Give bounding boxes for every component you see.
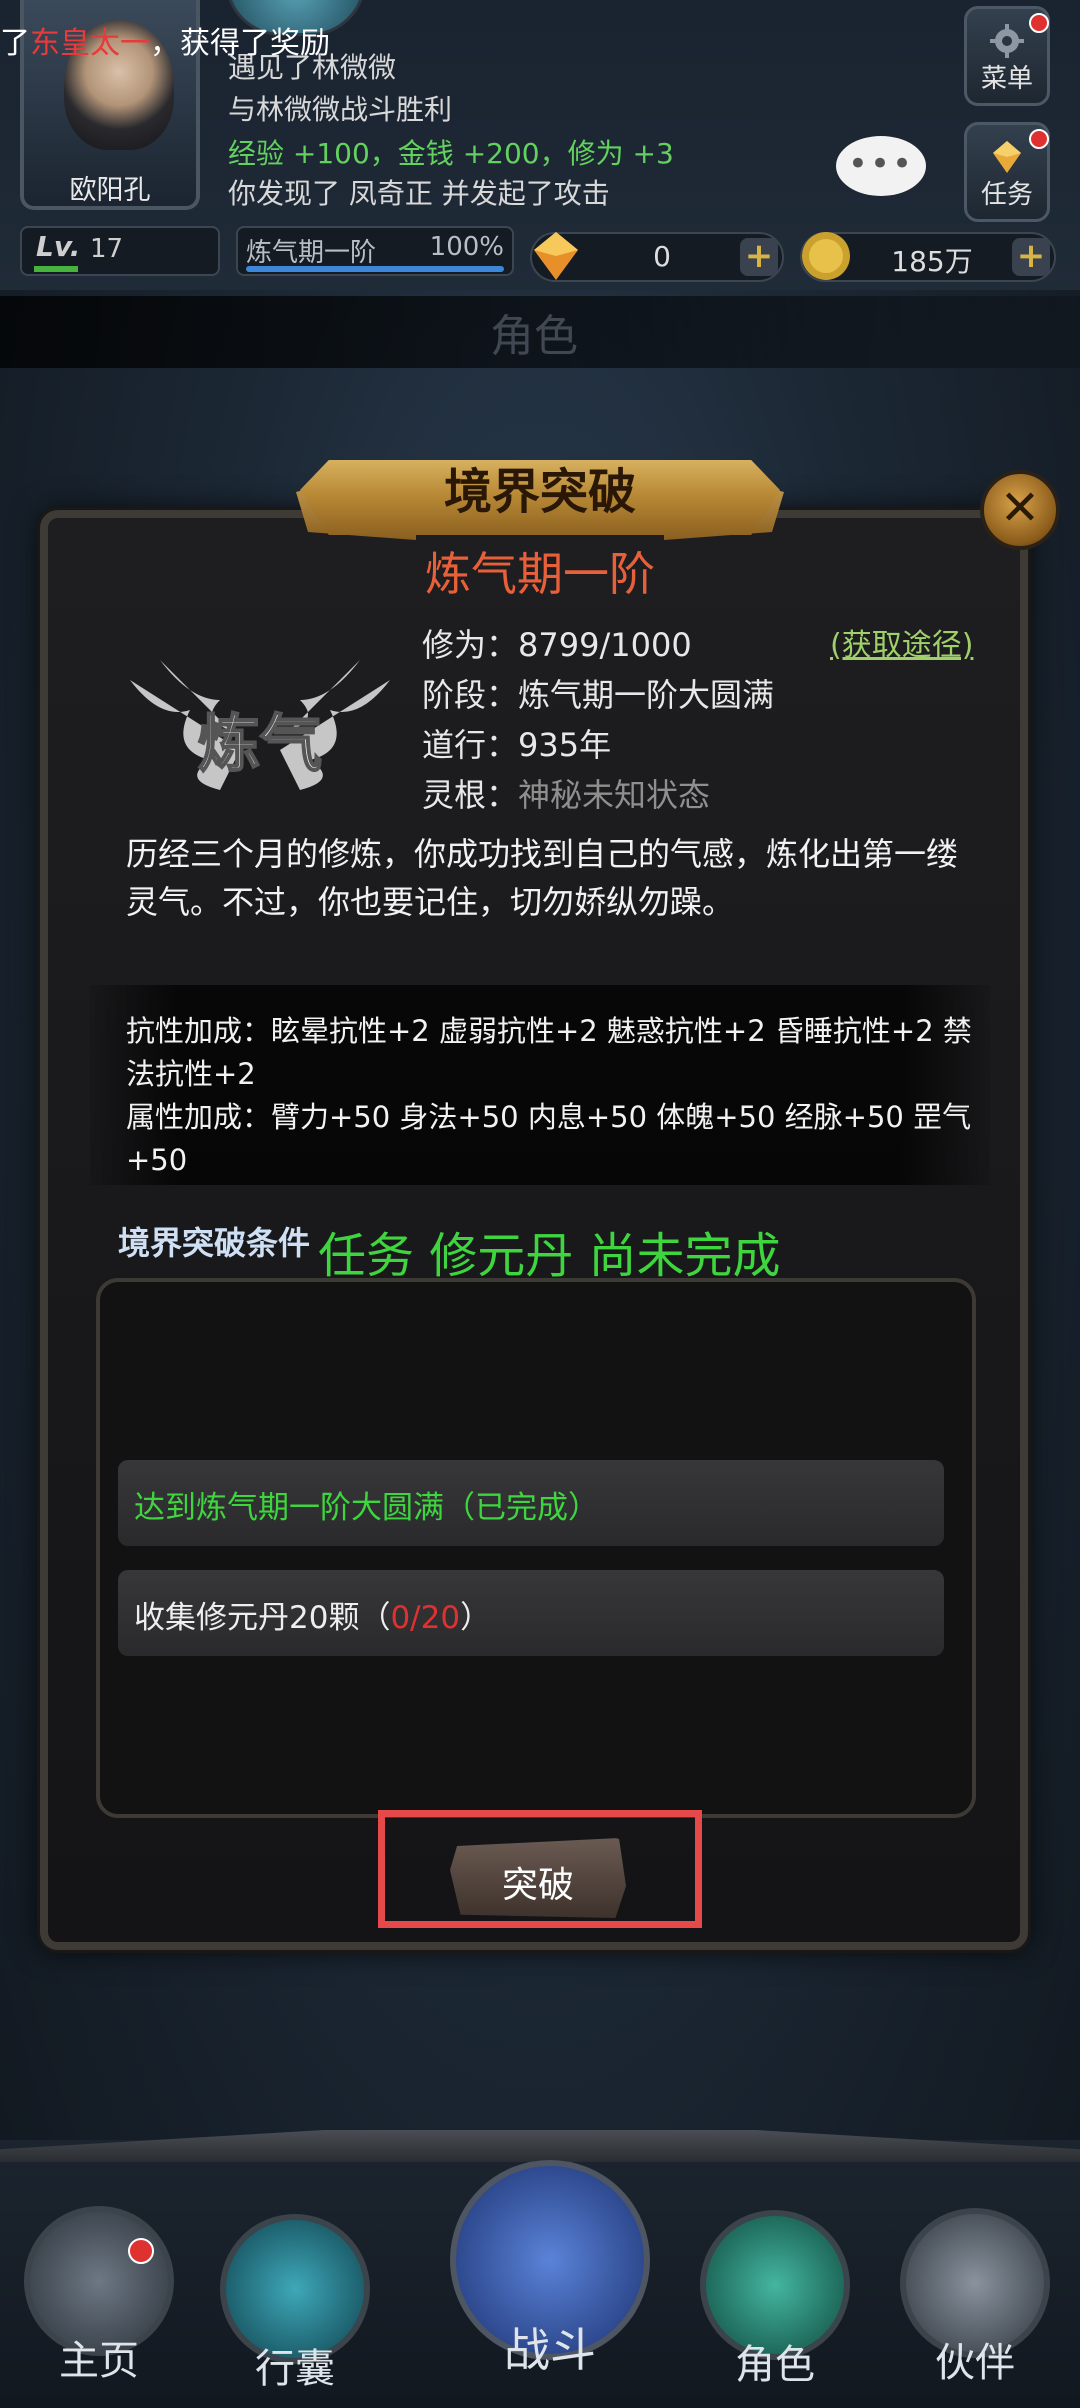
- stage-label: 阶段：: [422, 676, 519, 714]
- task-gem-icon: [993, 141, 1021, 173]
- gear-icon: [990, 24, 1024, 58]
- realm-progress-name: 炼气期一阶: [246, 238, 377, 268]
- condition-text-after: ）: [460, 1600, 492, 1636]
- task-button[interactable]: 任务: [964, 122, 1050, 222]
- nav-home[interactable]: 主页: [14, 2196, 184, 2386]
- condition-row: 达到炼气期一阶大圆满（已完成）: [118, 1460, 944, 1546]
- bonus-text: 抗性加成：眩晕抗性+2 虚弱抗性+2 魅惑抗性+2 昏睡抗性+2 禁法抗性+2 …: [126, 1010, 986, 1182]
- nav-bag-label: 行囊: [255, 2346, 335, 2392]
- gem-currency: 0 +: [530, 232, 784, 282]
- cultivation-value: 8799/1000: [518, 626, 692, 664]
- nav-battle-label: 战斗: [504, 2323, 596, 2377]
- log-line: 你发现了 凤奇正 并发起了攻击: [228, 177, 610, 210]
- dialog-title: 境界突破: [443, 464, 636, 520]
- coin-icon: [802, 232, 850, 280]
- realm-progress-percent: 100%: [429, 232, 504, 262]
- system-notice: 了东皇太一，获得了奖励: [0, 18, 330, 62]
- chat-bubble-button[interactable]: •••: [836, 136, 926, 196]
- coin-count: 185万: [891, 245, 973, 278]
- stage-value: 炼气期一阶大圆满: [518, 676, 775, 714]
- background-page-title: 角色: [490, 311, 578, 362]
- conditions-heading: 境界突破条件: [118, 1224, 311, 1262]
- stage-info: 阶段：炼气期一阶大圆满: [422, 670, 774, 716]
- root-label: 灵根：: [422, 776, 519, 814]
- notice-player-name: 东皇太一: [30, 26, 150, 61]
- spirit-root-info: 灵根：神秘未知状态: [422, 770, 710, 816]
- menu-label: 菜单: [980, 64, 1033, 94]
- gem-count: 0: [653, 240, 671, 273]
- level-prefix: Lv.: [36, 230, 81, 263]
- realm-emblem: 炼气: [130, 660, 390, 790]
- nav-role[interactable]: 角色: [690, 2200, 860, 2390]
- condition-text-before: 收集修元丹20颗（: [134, 1600, 391, 1636]
- notification-dot: [128, 2238, 154, 2264]
- acquire-method-link[interactable]: (获取途径): [830, 620, 973, 664]
- close-icon: ✕: [999, 480, 1041, 536]
- level-indicator: Lv. 17: [20, 226, 220, 276]
- player-name: 欧阳孔: [69, 175, 151, 206]
- notification-dot: [1029, 13, 1049, 33]
- add-gems-button[interactable]: +: [740, 238, 778, 276]
- chat-dots-icon: •••: [847, 144, 915, 184]
- realm-title: 炼气期一阶: [425, 547, 655, 601]
- realm-progress-bar: [246, 266, 504, 272]
- gem-icon: [534, 232, 578, 280]
- cultivation-label: 修为：: [422, 626, 519, 664]
- dao-info: 道行：935年: [422, 720, 611, 766]
- condition-progress: 0/20: [390, 1600, 461, 1636]
- level-xp-bar: [34, 266, 78, 272]
- notice-suffix: ，获得了奖励: [150, 26, 330, 61]
- condition-text: 达到炼气期一阶大圆满（已完成）: [134, 1490, 599, 1526]
- nav-role-label: 角色: [735, 2342, 815, 2388]
- coin-currency: 185万 +: [800, 232, 1056, 282]
- cultivation-info: 修为：8799/1000: [422, 620, 692, 666]
- nav-bag[interactable]: 行囊: [210, 2204, 380, 2394]
- nav-partner[interactable]: 伙伴: [890, 2198, 1060, 2388]
- notice-prefix: 了: [0, 26, 30, 61]
- condition-text: 收集修元丹20颗（0/20）: [134, 1592, 491, 1637]
- task-incomplete-warning: 任务 修元丹 尚未完成: [318, 1228, 781, 1284]
- highlight-frame: [378, 1810, 702, 1928]
- nav-home-label: 主页: [59, 2338, 139, 2384]
- log-line-reward: 经验 +100，金钱 +200，修为 +3: [228, 137, 674, 170]
- realm-progress: 炼气期一阶 100%: [236, 226, 514, 276]
- dao-label: 道行：: [422, 726, 519, 764]
- menu-button[interactable]: 菜单: [964, 6, 1050, 106]
- resist-bonus: 抗性加成：眩晕抗性+2 虚弱抗性+2 魅惑抗性+2 昏睡抗性+2 禁法抗性+2: [126, 1014, 972, 1091]
- root-value: 神秘未知状态: [518, 776, 711, 814]
- notification-dot: [1029, 129, 1049, 149]
- emblem-text: 炼气: [198, 707, 322, 780]
- dao-value: 935年: [518, 726, 612, 764]
- nav-partner-label: 伙伴: [935, 2340, 1015, 2386]
- add-coins-button[interactable]: +: [1012, 238, 1050, 276]
- condition-row: 收集修元丹20颗（0/20）: [118, 1570, 944, 1656]
- log-line: 与林微微战斗胜利: [228, 93, 453, 126]
- nav-battle[interactable]: 战斗: [440, 2150, 660, 2400]
- task-label: 任务: [980, 180, 1033, 210]
- conditions-panel: [96, 1278, 976, 1818]
- realm-description: 历经三个月的修炼，你成功找到自己的气感，炼化出第一缕灵气。不过，你也要记住，切勿…: [126, 835, 959, 921]
- level-value: 17: [90, 234, 124, 264]
- attribute-bonus: 属性加成：臂力+50 身法+50 内息+50 体魄+50 经脉+50 罡气+50: [126, 1100, 972, 1177]
